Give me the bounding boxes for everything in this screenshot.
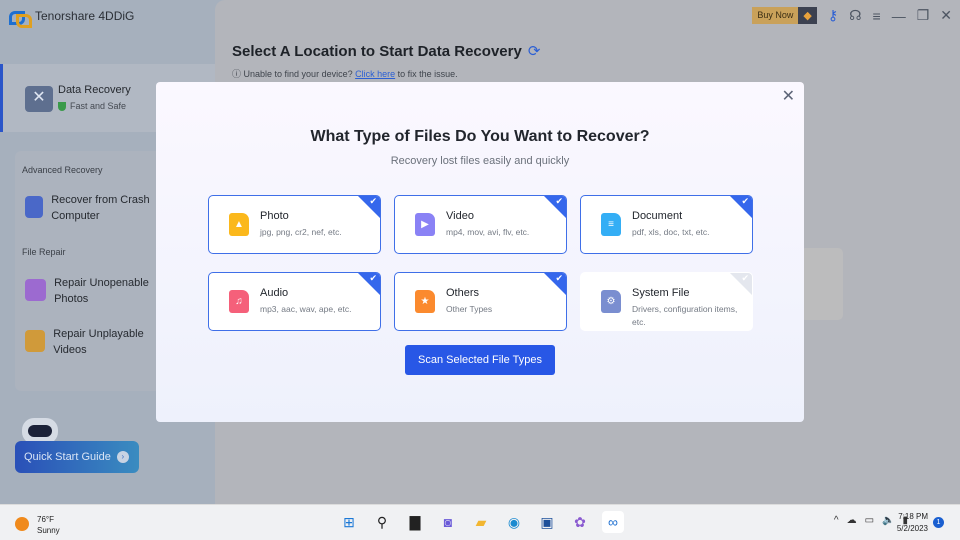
close-window-icon[interactable]: ✕ [940, 7, 952, 24]
dialog-subtitle: Recovery lost files easily and quickly [390, 155, 570, 167]
app-logo-icon [9, 9, 32, 28]
monitor-icon [25, 196, 44, 218]
search-icon[interactable]: ⚲ [371, 511, 393, 533]
file-type-desc: mp3, aac, wav, ape, etc. [260, 304, 352, 314]
close-dialog-icon[interactable]: ✕ [782, 86, 795, 106]
drive-icon: ✕ [25, 86, 53, 112]
chevron-up-icon[interactable]: ^ [834, 515, 839, 526]
file-type-desc: Drivers, configuration items, etc. [632, 304, 738, 327]
checkmark-icon: ✔ [741, 273, 749, 283]
checkmark-icon: ✔ [741, 196, 749, 206]
taskbar: 76°F Sunny ⊞ ⚲ ▇ ◙ ▰ ◉ ▣ ✿ ∞ ^ ☁ ▭ 🔈 ▮ 7:… [0, 504, 960, 540]
dialog-title: What Type of Files Do You Want to Recove… [310, 128, 650, 145]
file-type-card-system-file[interactable]: ✔ ⚙ System File Drivers, configuration item… [580, 272, 753, 331]
file-type-desc: mp4, mov, avi, flv, etc. [446, 227, 530, 237]
file-type-name: Video [446, 210, 474, 222]
store-icon[interactable]: ▣ [536, 511, 558, 533]
edge-icon[interactable]: ◉ [503, 511, 525, 533]
refresh-icon[interactable]: ⟳ [528, 43, 541, 60]
network-icon[interactable]: ▭ [865, 515, 874, 526]
notification-badge[interactable]: 1 [933, 517, 944, 528]
photo-repair-icon [25, 279, 47, 301]
app-title: Tenorshare 4DDiG [35, 9, 135, 23]
shield-icon [58, 101, 66, 111]
date: 5/2/2023 [896, 524, 928, 533]
file-type-icon: ≡ [601, 213, 621, 236]
buy-now-button[interactable]: Buy Now ◆ [752, 7, 817, 24]
checkmark-icon: ✔ [369, 196, 377, 206]
file-type-icon: ★ [415, 290, 435, 313]
file-type-card-others[interactable]: ✔ ★ Others Other Types [394, 272, 567, 331]
volume-icon[interactable]: 🔈 [882, 515, 894, 526]
help-prefix: Unable to find your device? [243, 69, 353, 79]
buy-now-label: Buy Now [752, 7, 799, 24]
help-suffix: to fix the issue. [397, 69, 458, 79]
quick-start-label: Quick Start Guide [24, 451, 111, 463]
file-type-card-document[interactable]: ✔ ≡ Document pdf, xls, doc, txt, etc. [580, 195, 753, 254]
windows-start-icon[interactable]: ⊞ [338, 511, 360, 533]
weather-text: Sunny [37, 526, 60, 535]
chevron-right-icon: › [116, 451, 129, 463]
task-view-icon[interactable]: ▇ [404, 511, 426, 533]
file-explorer-icon[interactable]: ▰ [470, 511, 492, 533]
file-type-desc: Other Types [446, 304, 493, 314]
page-title-text: Select A Location to Start Data Recovery [232, 43, 522, 60]
crash-label: Recover from Crash Computer [51, 194, 150, 222]
quick-start-guide-button[interactable]: Quick Start Guide › [15, 441, 139, 473]
file-type-name: System File [632, 287, 690, 299]
file-type-name: Photo [260, 210, 289, 222]
scan-selected-button[interactable]: Scan Selected File Types [405, 345, 555, 375]
click-here-link[interactable]: Click here [355, 69, 395, 79]
section-advanced-recovery: Advanced Recovery [22, 165, 103, 175]
file-type-desc: pdf, xls, doc, txt, etc. [632, 227, 710, 237]
repair-photos-label: Repair Unopenable Photos [54, 277, 149, 305]
sidebar-item-crash[interactable]: Recover from Crash Computer [25, 192, 165, 224]
checkmark-icon: ✔ [555, 273, 563, 283]
help-text: ⓘ Unable to find your device? Click here… [232, 69, 458, 79]
weather-widget[interactable]: 76°F Sunny [15, 514, 60, 536]
chat-icon[interactable]: ◙ [437, 511, 459, 533]
video-repair-icon [25, 330, 46, 352]
minimize-icon[interactable]: — [892, 8, 906, 24]
checkmark-icon: ✔ [369, 273, 377, 283]
sidebar-item-repair-videos[interactable]: Repair Unplayable Videos [25, 326, 160, 358]
file-type-desc: jpg, png, cr2, nef, etc. [260, 227, 342, 237]
file-type-icon: ♫ [229, 290, 249, 313]
key-icon[interactable]: ⚷ [828, 7, 838, 24]
maximize-icon[interactable]: ❐ [917, 7, 930, 24]
sidebar-item-label: Data Recovery [58, 84, 131, 96]
repair-videos-label: Repair Unplayable Videos [53, 328, 144, 356]
page-title: Select A Location to Start Data Recovery… [232, 42, 540, 60]
temperature: 76°F [37, 515, 54, 524]
file-type-card-audio[interactable]: ✔ ♫ Audio mp3, aac, wav, ape, etc. [208, 272, 381, 331]
fast-safe-text: Fast and Safe [70, 101, 127, 111]
file-type-card-video[interactable]: ✔ ▶ Video mp4, mov, avi, flv, etc. [394, 195, 567, 254]
file-type-name: Others [446, 287, 480, 299]
headset-icon[interactable]: ☊ [849, 7, 861, 24]
file-type-dialog: ✕ What Type of Files Do You Want to Reco… [156, 82, 804, 422]
time: 7:18 PM [898, 512, 928, 521]
app-brand: Tenorshare 4DDiG [9, 9, 135, 28]
sidebar-item-sub: Fast and Safe [58, 101, 126, 111]
diamond-icon: ◆ [798, 7, 817, 24]
file-type-icon: ▲ [229, 213, 249, 236]
checkmark-icon: ✔ [555, 196, 563, 206]
copilot-icon[interactable]: ✿ [569, 511, 591, 533]
sidebar-item-repair-photos[interactable]: Repair Unopenable Photos [25, 275, 170, 307]
4ddig-taskbar-icon[interactable]: ∞ [602, 511, 624, 533]
file-type-card-photo[interactable]: ✔ ▲ Photo jpg, png, cr2, nef, etc. [208, 195, 381, 254]
file-type-name: Audio [260, 287, 289, 299]
background-card [800, 248, 843, 320]
sun-icon [15, 517, 29, 531]
cloud-icon[interactable]: ☁ [847, 515, 857, 526]
file-type-name: Document [632, 210, 683, 222]
file-type-icon: ⚙ [601, 290, 621, 313]
title-bar-controls: Buy Now ◆ ⚷ ☊ ≡ — ❐ ✕ [752, 7, 952, 24]
section-file-repair: File Repair [22, 247, 66, 257]
menu-icon[interactable]: ≡ [873, 8, 881, 24]
clock[interactable]: 7:18 PM 5/2/2023 [897, 511, 928, 535]
file-type-icon: ▶ [415, 213, 435, 236]
